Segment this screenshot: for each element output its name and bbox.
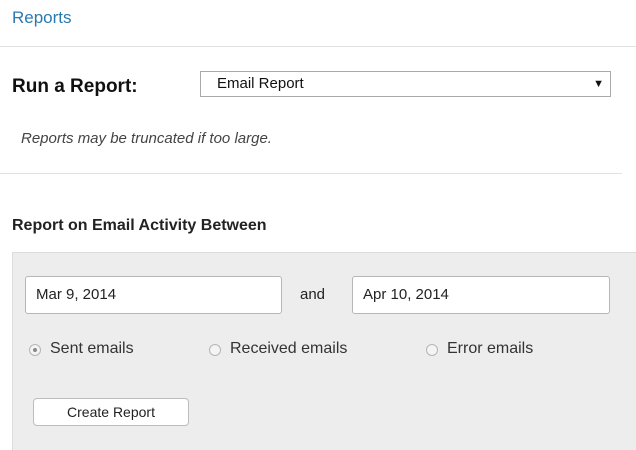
header-divider <box>0 46 636 47</box>
breadcrumb-reports-link[interactable]: Reports <box>12 8 72 28</box>
radio-label-received: Received emails <box>230 340 348 357</box>
dropdown-arrow-icon: ▼ <box>593 78 604 90</box>
radio-label-sent: Sent emails <box>50 340 134 357</box>
radio-label-error: Error emails <box>447 340 534 357</box>
radio-button[interactable] <box>209 344 221 356</box>
run-report-label: Run a Report: <box>12 76 138 97</box>
section-divider <box>0 173 622 174</box>
date-range-panel: Mar 9, 2014 and Apr 10, 2014 Sent emails… <box>12 252 636 450</box>
create-report-button[interactable]: Create Report <box>33 398 189 426</box>
radio-button[interactable] <box>426 344 438 356</box>
truncation-note: Reports may be truncated if too large. <box>21 130 272 147</box>
and-label: and <box>300 286 326 303</box>
start-date-input[interactable]: Mar 9, 2014 <box>25 276 282 314</box>
reports-page: Reports Run a Report: Email Report ▼ Rep… <box>0 0 636 450</box>
report-type-selected-value: Email Report <box>217 75 304 92</box>
radio-button-checked[interactable] <box>29 344 41 356</box>
end-date-input[interactable]: Apr 10, 2014 <box>352 276 610 314</box>
section-title: Report on Email Activity Between <box>12 217 267 234</box>
report-type-select[interactable]: Email Report ▼ <box>200 71 611 97</box>
